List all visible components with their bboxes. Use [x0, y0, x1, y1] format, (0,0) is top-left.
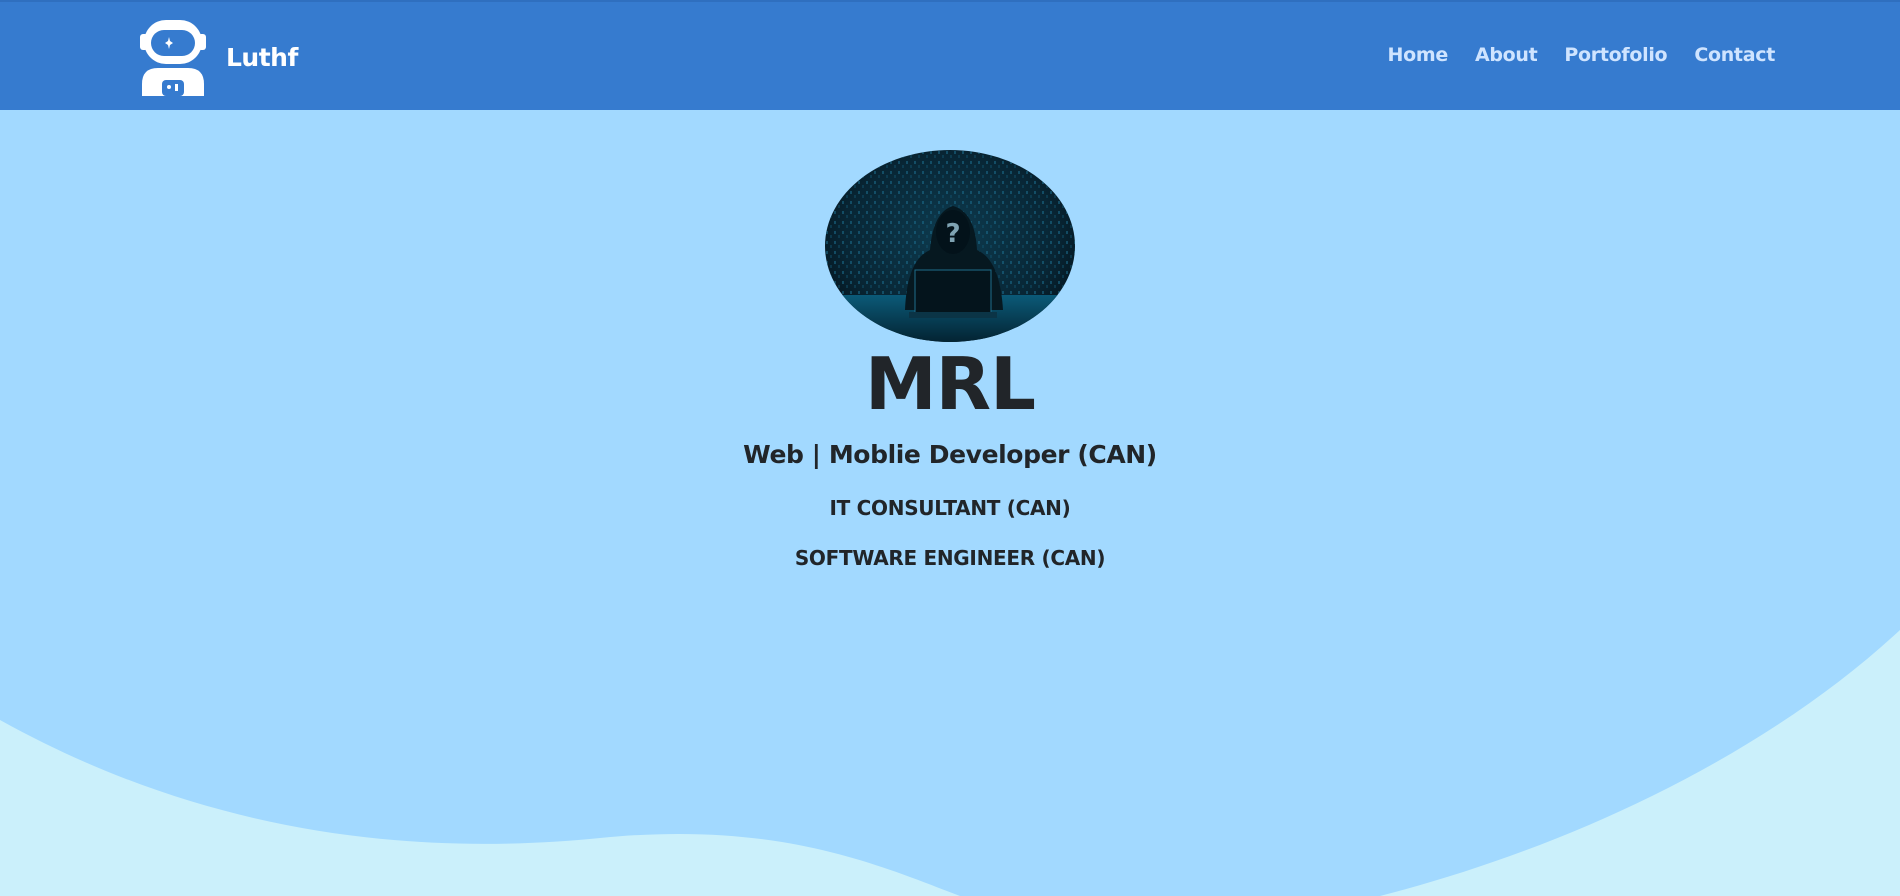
hero-role: Web | Moblie Developer (CAN) [743, 440, 1157, 469]
brand-link[interactable]: Luthf [138, 18, 298, 96]
hero-subtitle-it-consultant: IT CONSULTANT (CAN) [829, 496, 1071, 520]
hero-name: MRL [865, 342, 1036, 426]
page: Luthf Home About Portofolio Contact ? MR… [0, 0, 1900, 896]
astronaut-icon [140, 20, 206, 96]
nav-link-about[interactable]: About [1475, 44, 1538, 66]
nav-links: Home About Portofolio Contact [1388, 44, 1776, 66]
hero-subtitle-software-engineer: SOFTWARE ENGINEER (CAN) [794, 546, 1106, 570]
brand-name: Luthf [226, 42, 298, 72]
navbar: Luthf Home About Portofolio Contact [0, 0, 1900, 110]
wave-divider [0, 630, 1900, 896]
nav-link-contact[interactable]: Contact [1694, 44, 1775, 66]
profile-avatar: ? [825, 150, 1075, 342]
nav-link-portofolio[interactable]: Portofolio [1564, 44, 1667, 66]
svg-text:?: ? [945, 219, 960, 249]
hooded-hacker-image: ? [825, 150, 1075, 342]
nav-link-home[interactable]: Home [1388, 44, 1449, 66]
